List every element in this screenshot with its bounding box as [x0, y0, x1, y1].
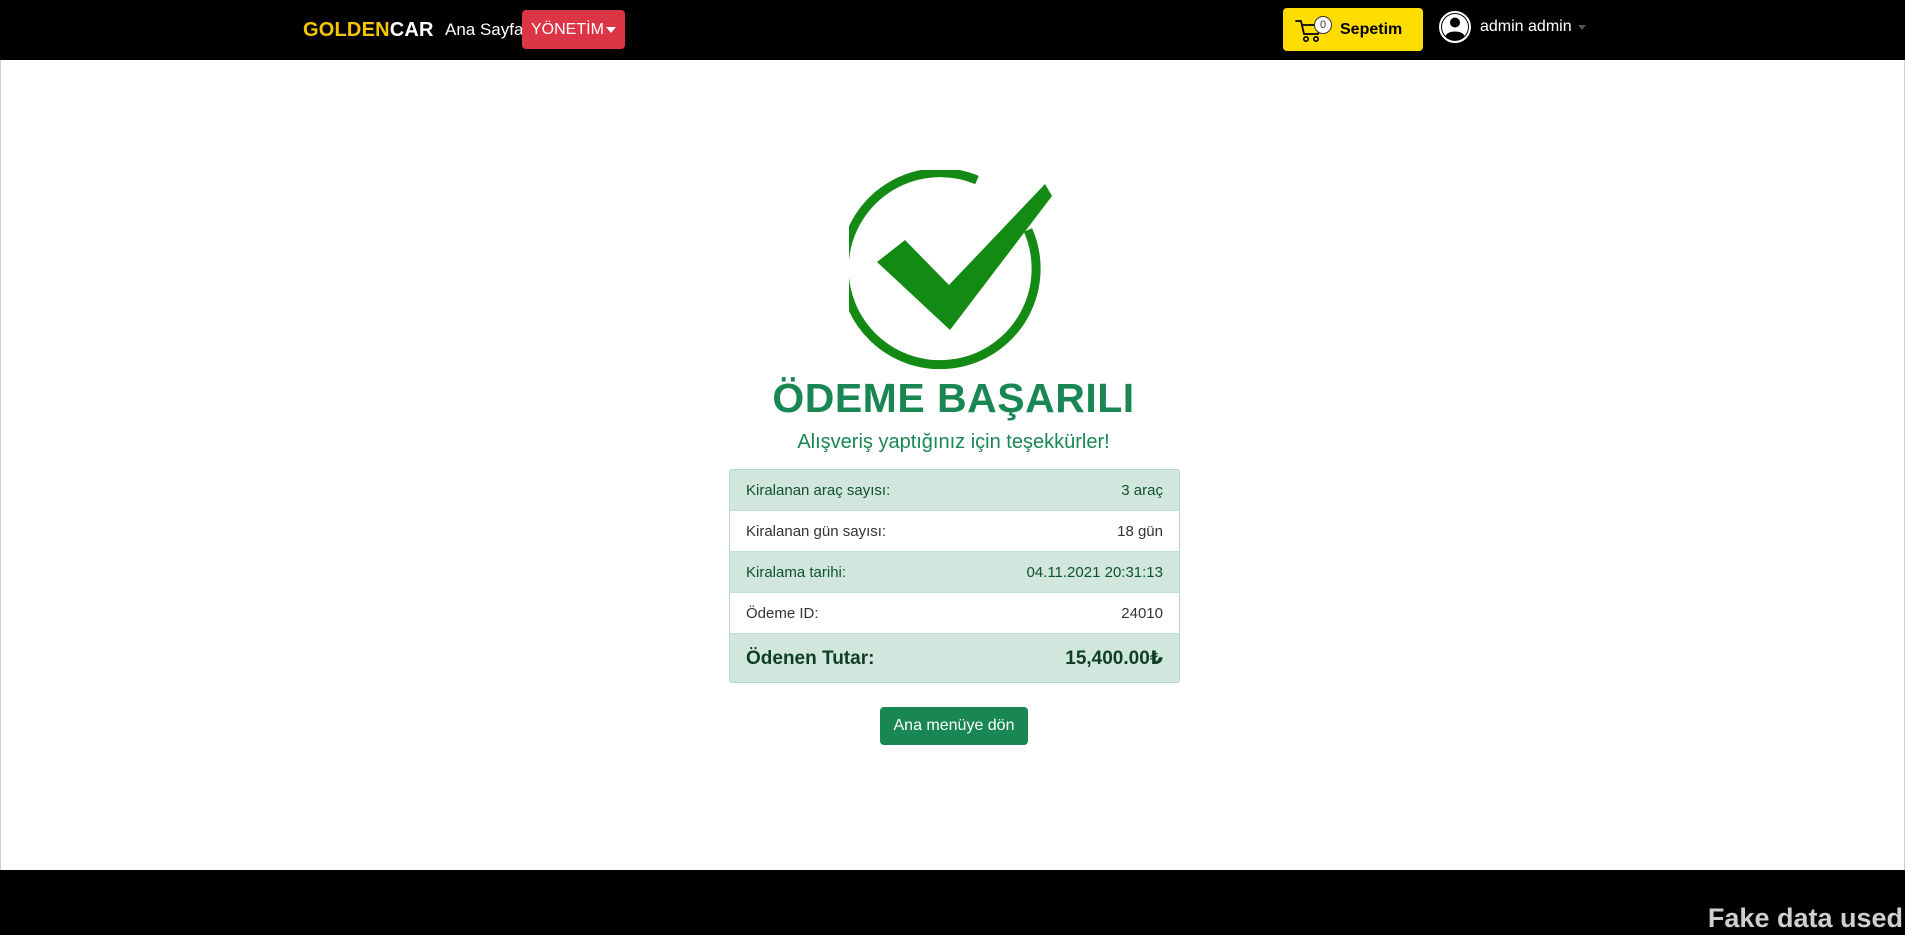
brand-white-text: CAR — [389, 19, 434, 41]
back-to-menu-button[interactable]: Ana menüye dön — [880, 707, 1028, 745]
cart-count-badge: 0 — [1314, 16, 1332, 34]
total-label: Ödenen Tutar: — [746, 648, 875, 669]
total-row: Ödenen Tutar: 15,400.00₺ — [730, 634, 1179, 682]
table-row: Ödeme ID: 24010 — [730, 593, 1179, 634]
cart-button[interactable]: 0 Sepetim — [1283, 8, 1423, 51]
admin-dropdown-label: YÖNETİM — [531, 21, 604, 38]
top-navbar: GOLDENCAR Ana Sayfa YÖNETİM 0 Sepetim ad… — [0, 0, 1905, 60]
user-name: admin admin — [1480, 18, 1572, 35]
chevron-down-icon — [1578, 25, 1586, 30]
table-row: Kiralama tarihi: 04.11.2021 20:31:13 — [730, 552, 1179, 593]
total-value: 15,400.00₺ — [1065, 648, 1163, 669]
table-row: Kiralanan gün sayısı: 18 gün — [730, 511, 1179, 552]
row-label: Kiralanan gün sayısı: — [746, 523, 887, 540]
footer: Fake data used — [0, 870, 1905, 935]
page-subtitle: Alışveriş yaptığınız için teşekkürler! — [797, 431, 1110, 453]
cart-label: Sepetim — [1340, 21, 1403, 38]
main-content: ÖDEME BAŞARILI Alışveriş yaptığınız için… — [0, 60, 1905, 870]
user-menu-dropdown[interactable]: admin admin — [1438, 10, 1588, 46]
table-row: Kiralanan araç sayısı: 3 araç — [730, 470, 1179, 511]
chevron-down-icon — [606, 27, 616, 33]
row-value: 24010 — [1121, 605, 1163, 622]
fake-data-watermark: Fake data used — [1707, 903, 1903, 933]
row-label: Kiralanan araç sayısı: — [746, 482, 891, 499]
nav-home-link[interactable]: Ana Sayfa — [445, 20, 523, 40]
row-label: Ödeme ID: — [746, 605, 819, 622]
checkmark-circle-icon — [849, 170, 1052, 370]
admin-dropdown-button[interactable]: YÖNETİM — [522, 10, 625, 49]
brand-gold-text: GOLDEN — [303, 19, 390, 41]
row-value: 18 gün — [1117, 523, 1163, 540]
row-label: Kiralama tarihi: — [746, 564, 847, 581]
row-value: 3 araç — [1121, 482, 1163, 499]
brand-logo[interactable]: GOLDENCAR — [303, 18, 434, 42]
payment-summary-table: Kiralanan araç sayısı: 3 araç Kiralanan … — [729, 469, 1180, 683]
row-value: 04.11.2021 20:31:13 — [1026, 564, 1163, 581]
user-circle-icon — [1439, 11, 1471, 43]
page-title: ÖDEME BAŞARILI — [772, 375, 1135, 421]
